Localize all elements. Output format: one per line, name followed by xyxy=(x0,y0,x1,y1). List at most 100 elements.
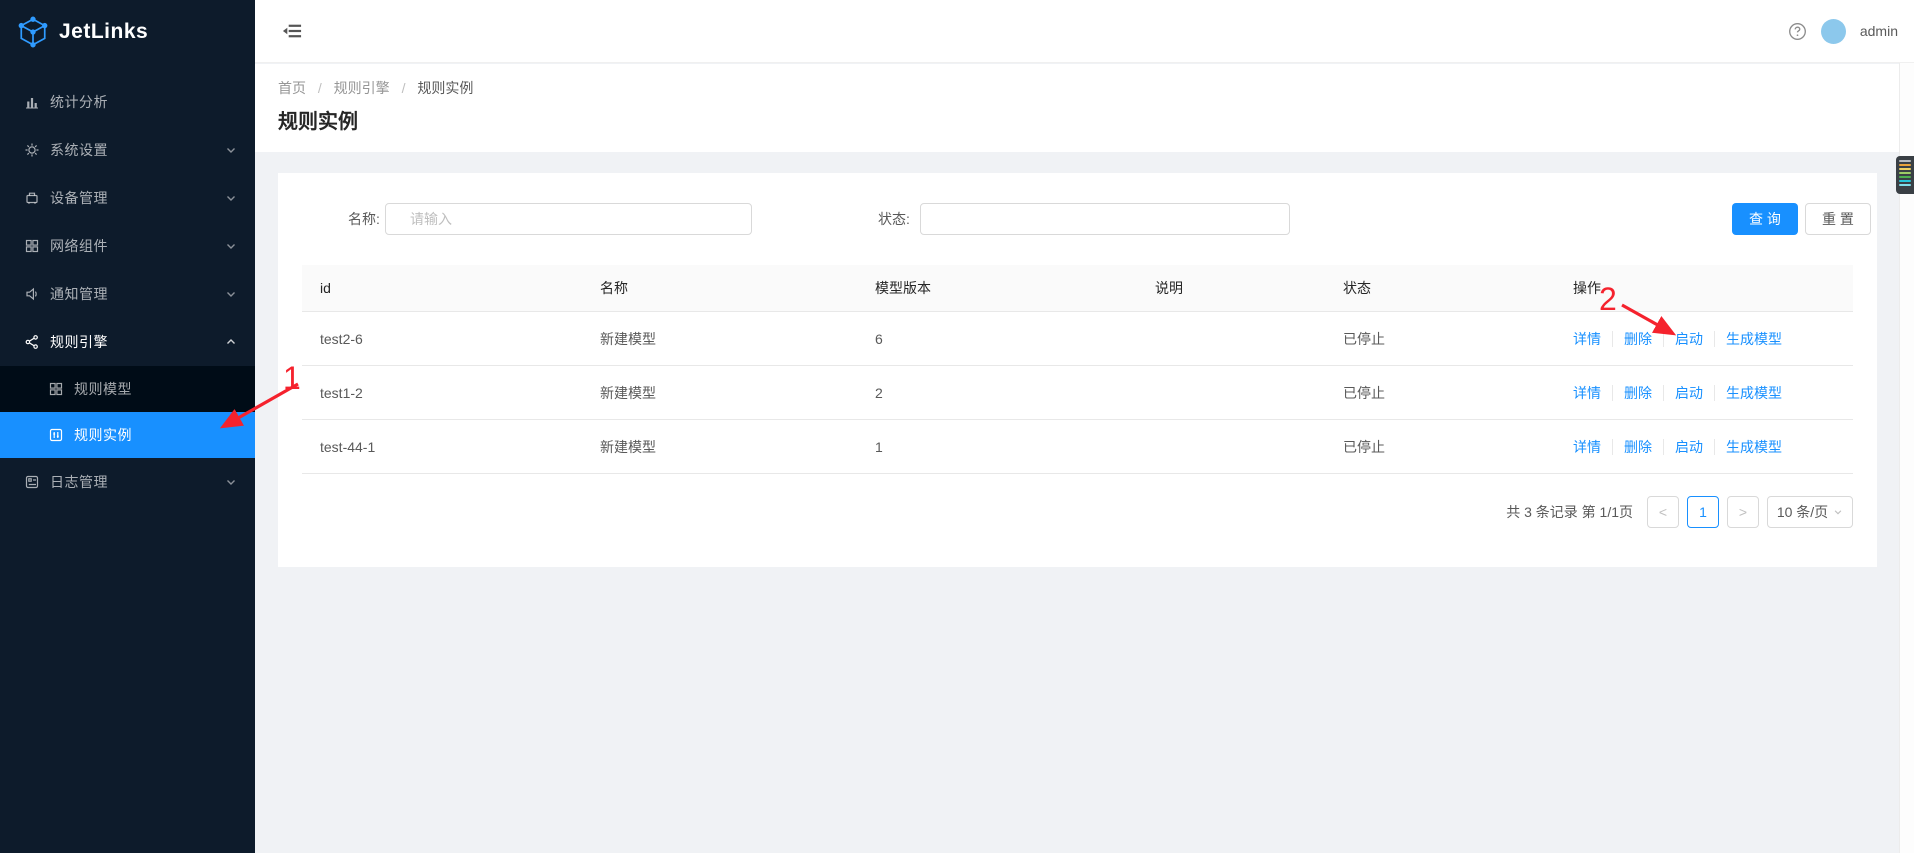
gear-icon xyxy=(24,142,40,158)
app-root: JetLinks 统计分析 系统设置 设备 xyxy=(0,0,1914,853)
action-generate-model-link[interactable]: 生成模型 xyxy=(1714,439,1782,455)
cell-actions: 详情删除启动生成模型 xyxy=(1555,329,1853,349)
user-menu[interactable]: admin xyxy=(1788,19,1914,44)
cell-actions: 详情删除启动生成模型 xyxy=(1555,383,1853,403)
bar-chart-icon xyxy=(24,94,40,110)
cell-id: test-44-1 xyxy=(302,439,582,455)
page-size-value: 10 条/页 xyxy=(1777,502,1828,522)
cell-version: 1 xyxy=(857,439,1137,455)
breadcrumb-home[interactable]: 首页 xyxy=(278,80,306,96)
page-header: 首页 / 规则引擎 / 规则实例 规则实例 xyxy=(255,64,1914,152)
cell-name: 新建模型 xyxy=(582,329,857,349)
action-start-link[interactable]: 启动 xyxy=(1663,385,1703,401)
breadcrumb: 首页 / 规则引擎 / 规则实例 xyxy=(278,78,473,98)
table-header-row: id 名称 模型版本 说明 状态 操作 xyxy=(302,265,1853,312)
grid-icon xyxy=(24,238,40,254)
breadcrumb-separator: / xyxy=(318,80,322,96)
sound-icon xyxy=(24,286,40,302)
action-generate-model-link[interactable]: 生成模型 xyxy=(1714,385,1782,401)
action-detail-link[interactable]: 详情 xyxy=(1573,331,1601,347)
column-header-name: 名称 xyxy=(582,278,857,298)
sidebar-item-rule-engine[interactable]: 规则引擎 xyxy=(0,318,255,366)
action-detail-link[interactable]: 详情 xyxy=(1573,385,1601,401)
cell-status: 已停止 xyxy=(1325,437,1555,457)
cell-name: 新建模型 xyxy=(582,383,857,403)
sidebar-item-label: 系统设置 xyxy=(50,140,225,160)
column-header-description: 说明 xyxy=(1137,278,1325,298)
color-stripe xyxy=(1899,176,1911,178)
sidebar-item-statistics[interactable]: 统计分析 xyxy=(0,78,255,126)
action-delete-link[interactable]: 删除 xyxy=(1612,439,1652,455)
pagination-next-button[interactable]: > xyxy=(1727,496,1759,528)
action-start-link[interactable]: 启动 xyxy=(1663,439,1703,455)
brand-name: JetLinks xyxy=(59,20,148,44)
column-header-actions: 操作 xyxy=(1555,278,1853,298)
color-stripe xyxy=(1899,164,1911,166)
page-title: 规则实例 xyxy=(278,105,358,134)
sidebar-item-network-components[interactable]: 网络组件 xyxy=(0,222,255,270)
username: admin xyxy=(1860,23,1898,39)
cell-id: test1-2 xyxy=(302,385,582,401)
chevron-down-icon xyxy=(225,288,237,300)
log-icon xyxy=(24,474,40,490)
sidebar: JetLinks 统计分析 系统设置 设备 xyxy=(0,0,255,853)
page-size-select[interactable]: 10 条/页 xyxy=(1767,496,1853,528)
table-row: test1-2 新建模型 2 已停止 详情删除启动生成模型 xyxy=(302,366,1853,420)
cell-version: 2 xyxy=(857,385,1137,401)
chevron-up-icon xyxy=(225,336,237,348)
sidebar-item-rule-model[interactable]: 规则模型 xyxy=(0,366,255,412)
reset-button[interactable]: 重 置 xyxy=(1805,203,1871,235)
column-header-id: id xyxy=(302,280,582,296)
breadcrumb-separator: / xyxy=(402,80,406,96)
sidebar-item-label: 通知管理 xyxy=(50,284,225,304)
share-icon xyxy=(24,334,40,350)
sidebar-item-device-management[interactable]: 设备管理 xyxy=(0,174,255,222)
column-header-version: 模型版本 xyxy=(857,278,1137,298)
color-stripe xyxy=(1899,168,1911,170)
device-icon xyxy=(24,190,40,206)
action-detail-link[interactable]: 详情 xyxy=(1573,439,1601,455)
cell-id: test2-6 xyxy=(302,331,582,347)
sidebar-item-label: 规则引擎 xyxy=(50,332,225,352)
table-row: test-44-1 新建模型 1 已停止 详情删除启动生成模型 xyxy=(302,420,1853,474)
name-filter-label: 名称: xyxy=(348,203,380,235)
sidebar-item-label: 规则模型 xyxy=(74,379,237,399)
pagination-page-1[interactable]: 1 xyxy=(1687,496,1719,528)
help-icon[interactable] xyxy=(1788,22,1807,41)
status-filter-select[interactable] xyxy=(920,203,1290,235)
content-card: 名称: 状态: 查 询 重 置 id 名称 模型版本 说明 状态 操作 test… xyxy=(278,173,1877,567)
action-delete-link[interactable]: 删除 xyxy=(1612,385,1652,401)
appstore-icon xyxy=(48,381,64,397)
cube-logo-icon xyxy=(17,16,49,48)
action-start-link[interactable]: 启动 xyxy=(1663,331,1703,347)
action-generate-model-link[interactable]: 生成模型 xyxy=(1714,331,1782,347)
action-delete-link[interactable]: 删除 xyxy=(1612,331,1652,347)
column-header-status: 状态 xyxy=(1325,278,1555,298)
cell-name: 新建模型 xyxy=(582,437,857,457)
sidebar-item-rule-instance[interactable]: 规则实例 xyxy=(0,412,255,458)
menu-fold-icon[interactable] xyxy=(281,20,303,42)
search-button[interactable]: 查 询 xyxy=(1732,203,1798,235)
table-row: test2-6 新建模型 6 已停止 详情删除启动生成模型 xyxy=(302,312,1853,366)
sidebar-item-notification-management[interactable]: 通知管理 xyxy=(0,270,255,318)
sidebar-item-label: 日志管理 xyxy=(50,472,225,492)
color-stripe xyxy=(1899,180,1911,182)
sidebar-item-system-settings[interactable]: 系统设置 xyxy=(0,126,255,174)
brand-logo[interactable]: JetLinks xyxy=(0,0,255,64)
sidebar-item-label: 网络组件 xyxy=(50,236,225,256)
chevron-down-icon xyxy=(225,476,237,488)
avatar xyxy=(1821,19,1846,44)
name-filter-input[interactable] xyxy=(385,203,752,235)
sidebar-item-log-management[interactable]: 日志管理 xyxy=(0,458,255,506)
chevron-down-icon xyxy=(225,240,237,252)
chevron-down-icon xyxy=(1833,507,1843,517)
control-icon xyxy=(48,427,64,443)
sidebar-item-label: 规则实例 xyxy=(74,425,237,445)
cell-status: 已停止 xyxy=(1325,383,1555,403)
edge-color-widget[interactable] xyxy=(1896,156,1914,194)
breadcrumb-rule-engine[interactable]: 规则引擎 xyxy=(334,80,390,96)
color-stripe xyxy=(1899,172,1911,174)
main-area: admin 首页 / 规则引擎 / 规则实例 规则实例 名称: 状态: 查 询 … xyxy=(255,0,1914,853)
breadcrumb-current: 规则实例 xyxy=(417,80,473,96)
pagination-prev-button[interactable]: < xyxy=(1647,496,1679,528)
